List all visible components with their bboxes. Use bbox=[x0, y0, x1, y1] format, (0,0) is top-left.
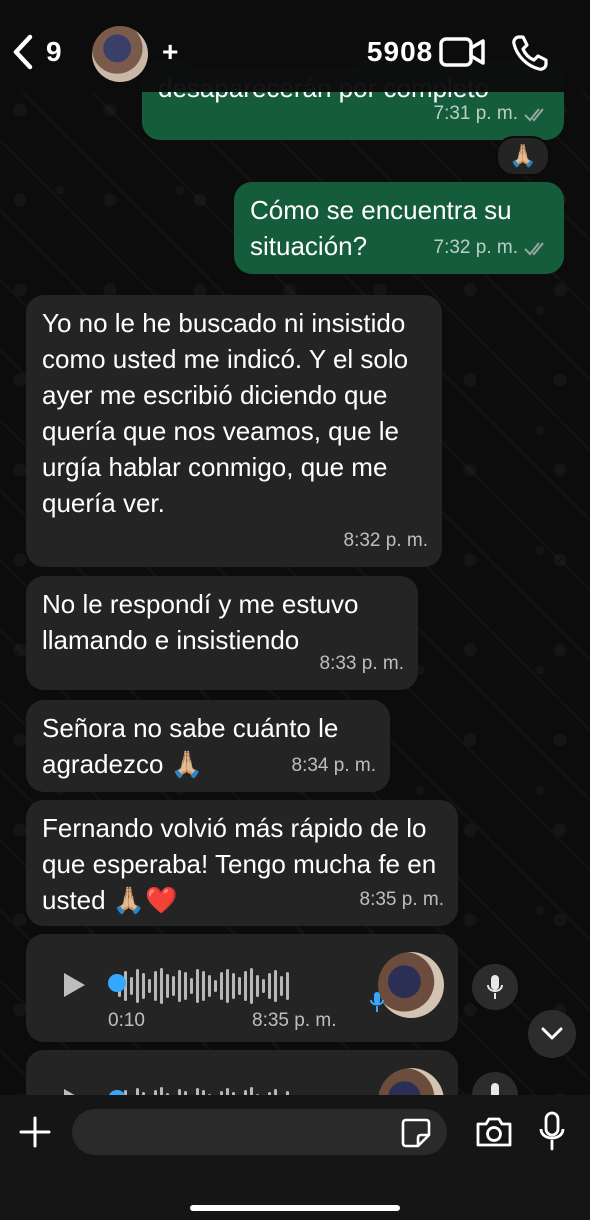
play-button[interactable] bbox=[62, 972, 86, 1003]
waveform-bar bbox=[268, 973, 271, 999]
message-meta: 8:32 p. m. bbox=[344, 523, 429, 559]
waveform-bar bbox=[190, 978, 193, 994]
waveform-bar bbox=[280, 976, 283, 996]
waveform-bar bbox=[202, 971, 205, 1001]
waveform-bar bbox=[172, 976, 175, 996]
waveform-bar bbox=[274, 970, 277, 1002]
message-meta: 7:32 p. m. bbox=[434, 230, 551, 266]
chevron-left-icon bbox=[13, 34, 33, 70]
message-time: 8:34 p. m. bbox=[291, 755, 377, 776]
sticker-button[interactable] bbox=[400, 1117, 432, 1154]
message-time: 8:33 p. m. bbox=[319, 653, 405, 674]
message-meta: 8:34 p. m. bbox=[292, 748, 377, 784]
voice-duration: 0:10 bbox=[108, 1010, 145, 1031]
message-bubble-incoming[interactable]: Yo no le he buscado ni insistido como us… bbox=[26, 295, 442, 567]
contact-name-suffix: 5908 bbox=[366, 36, 434, 67]
play-icon bbox=[64, 973, 85, 997]
video-camera-icon bbox=[439, 37, 485, 67]
message-time: 7:32 p. m. bbox=[433, 237, 519, 258]
waveform-bar bbox=[232, 973, 235, 999]
waveform-bar bbox=[184, 972, 187, 1000]
message-time: 8:35 p. m. bbox=[359, 889, 445, 910]
message-meta: 8:33 p. m. bbox=[320, 646, 405, 682]
waveform-bar bbox=[166, 974, 169, 998]
plus-icon bbox=[19, 1116, 51, 1148]
phone-icon bbox=[512, 35, 548, 71]
waveform-bar bbox=[214, 980, 217, 992]
message-time: 7:31 p. m. bbox=[433, 103, 519, 124]
unread-count: 9 bbox=[46, 36, 62, 67]
message-bubble-incoming[interactable]: No le respondí y me estuvo llamando e in… bbox=[26, 576, 418, 690]
message-time: 8:35 p. m. bbox=[252, 1010, 337, 1031]
waveform-bar bbox=[148, 979, 151, 993]
waveform-bar bbox=[262, 979, 265, 993]
camera-button[interactable] bbox=[474, 1115, 514, 1154]
sender-avatar bbox=[378, 952, 444, 1018]
microphone-icon bbox=[370, 990, 384, 1019]
waveform-bar bbox=[256, 975, 259, 997]
waveform-bar bbox=[244, 971, 247, 1001]
back-button[interactable]: 9 bbox=[12, 34, 62, 70]
waveform-bar bbox=[250, 968, 253, 1004]
reaction-emoji: 🙏🏼 bbox=[509, 143, 537, 168]
message-bubble-incoming[interactable]: Señora no sabe cuánto le agradezco 🙏🏼 8:… bbox=[26, 700, 390, 792]
contact-name-prefix: + bbox=[162, 36, 180, 67]
attach-button[interactable] bbox=[18, 1115, 52, 1154]
record-voice-button[interactable] bbox=[538, 1111, 566, 1156]
playback-position-handle[interactable] bbox=[108, 974, 126, 992]
voice-call-button[interactable] bbox=[510, 34, 550, 77]
audio-waveform[interactable] bbox=[112, 968, 289, 1004]
voice-reply-button[interactable] bbox=[472, 964, 518, 1010]
message-input[interactable] bbox=[72, 1109, 447, 1155]
scroll-to-bottom-button[interactable] bbox=[528, 1010, 576, 1058]
waveform-bar bbox=[238, 977, 241, 995]
home-indicator bbox=[190, 1205, 400, 1211]
message-meta: 8:35 p. m. bbox=[360, 882, 445, 918]
contact-name[interactable]: + 5908 bbox=[162, 36, 433, 68]
waveform-bar bbox=[226, 969, 229, 1003]
waveform-bar bbox=[286, 972, 289, 1000]
waveform-bar bbox=[160, 968, 163, 1004]
read-ticks-icon bbox=[524, 108, 544, 122]
message-meta: 7:31 p. m. bbox=[434, 96, 551, 132]
sticker-icon bbox=[401, 1118, 431, 1148]
camera-icon bbox=[476, 1117, 512, 1147]
waveform-bar bbox=[220, 972, 223, 1000]
message-composer bbox=[0, 1095, 590, 1220]
message-text: Yo no le he buscado ni insistido como us… bbox=[42, 308, 416, 518]
voice-message[interactable]: 0:10 8:35 p. m. bbox=[26, 934, 458, 1042]
message-bubble-outgoing[interactable]: Cómo se encuentra su situación? 7:32 p. … bbox=[234, 182, 564, 274]
waveform-bar bbox=[154, 971, 157, 1001]
microphone-icon bbox=[539, 1111, 565, 1151]
waveform-bar bbox=[208, 975, 211, 997]
waveform-bar bbox=[178, 970, 181, 1002]
chat-header: 9 + 5908 bbox=[0, 0, 590, 92]
video-call-button[interactable] bbox=[438, 34, 486, 75]
waveform-bar bbox=[130, 977, 133, 995]
waveform-bar bbox=[142, 973, 145, 999]
message-reaction[interactable]: 🙏🏼 bbox=[496, 136, 550, 176]
contact-avatar[interactable] bbox=[92, 26, 148, 82]
chevron-down-icon bbox=[541, 1027, 563, 1040]
waveform-bar bbox=[196, 969, 199, 1003]
waveform-bar bbox=[136, 969, 139, 1003]
message-time: 8:32 p. m. bbox=[343, 530, 429, 551]
message-bubble-incoming[interactable]: Fernando volvió más rápido de lo que esp… bbox=[26, 800, 458, 926]
microphone-icon bbox=[487, 975, 503, 999]
redacted-region bbox=[188, 40, 359, 67]
read-ticks-icon bbox=[524, 242, 544, 256]
